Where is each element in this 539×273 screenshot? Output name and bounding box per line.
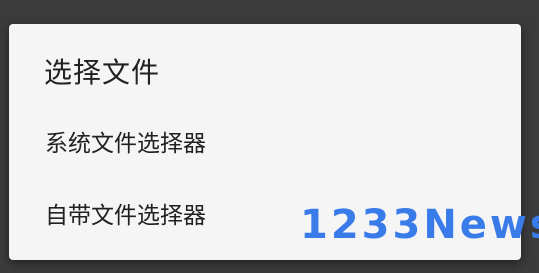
- watermark-logo: 1233News: [300, 202, 539, 248]
- dialog-title: 选择文件: [44, 56, 161, 89]
- option-system-file-chooser[interactable]: 系统文件选择器: [9, 112, 521, 170]
